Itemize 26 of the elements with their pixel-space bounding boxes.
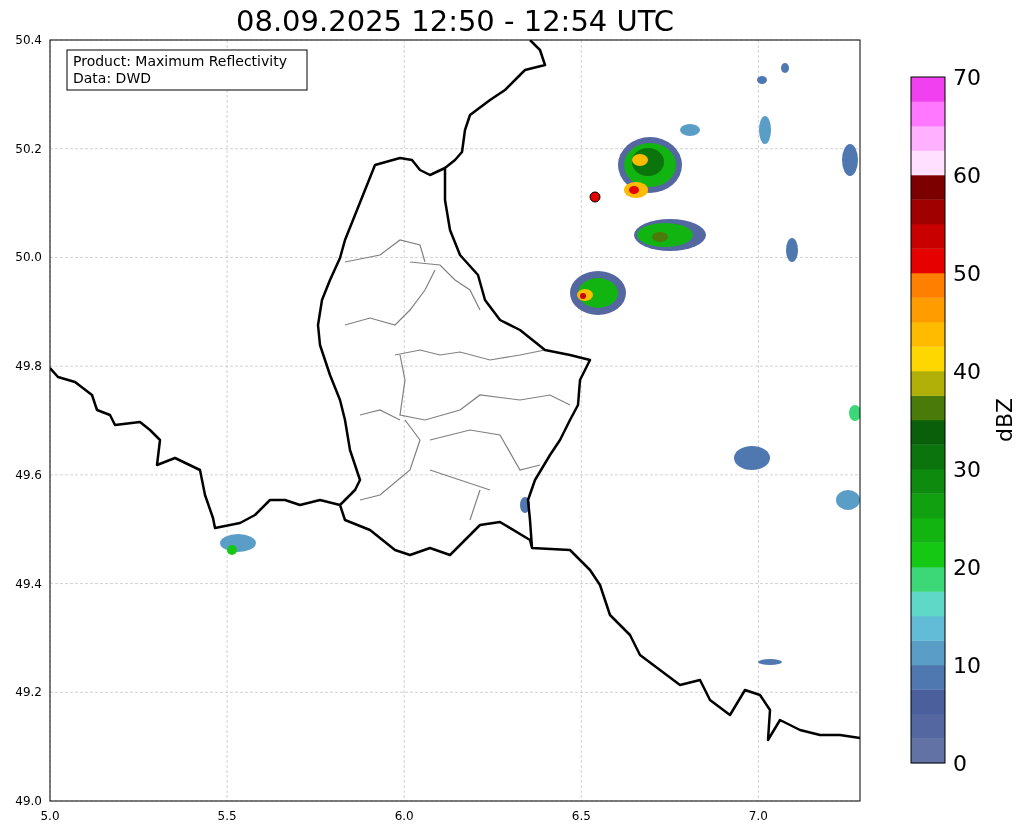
location-marker [589, 191, 601, 203]
axis-tick-label: 50.2 [15, 141, 42, 156]
axis-tick-label: 5.5 [217, 809, 237, 823]
axis-tick-label: 5.0 [40, 809, 60, 823]
colorbar-tick-label: 60 [953, 163, 981, 188]
axis-tick-label: 7.0 [748, 809, 768, 823]
colorbar-tick-label: 10 [953, 653, 981, 678]
colorbar-tick-label: 20 [953, 555, 981, 580]
colorbar-tick-label: 30 [953, 457, 981, 482]
colorbar-tick-label: 40 [953, 359, 981, 384]
legend-text: Product: Maximum Reflectivity [73, 53, 287, 69]
axis-tick-label: 49.8 [15, 359, 42, 374]
axis-tick-label: 6.5 [571, 809, 591, 823]
axis-tick-label: 49.6 [15, 467, 42, 482]
axis-tick-label: 49.4 [15, 576, 42, 591]
colorbar-tick-label: 70 [953, 65, 981, 90]
axis-tick-label: 50.0 [15, 250, 42, 265]
colorbar-tick-label: 0 [953, 751, 967, 776]
axis-tick-label: 50.4 [15, 33, 42, 47]
colorbar-label: dBZ [992, 397, 1017, 443]
axis-tick-label: 6.0 [394, 809, 414, 823]
chart-title: 08.09.2025 12:50 - 12:54 UTC [236, 4, 674, 38]
colorbar-tick-label: 50 [953, 261, 981, 286]
axis-tick-label: 49.2 [15, 685, 42, 700]
legend-text: Data: DWD [73, 70, 151, 86]
axis-tick-label: 49.0 [15, 794, 42, 808]
